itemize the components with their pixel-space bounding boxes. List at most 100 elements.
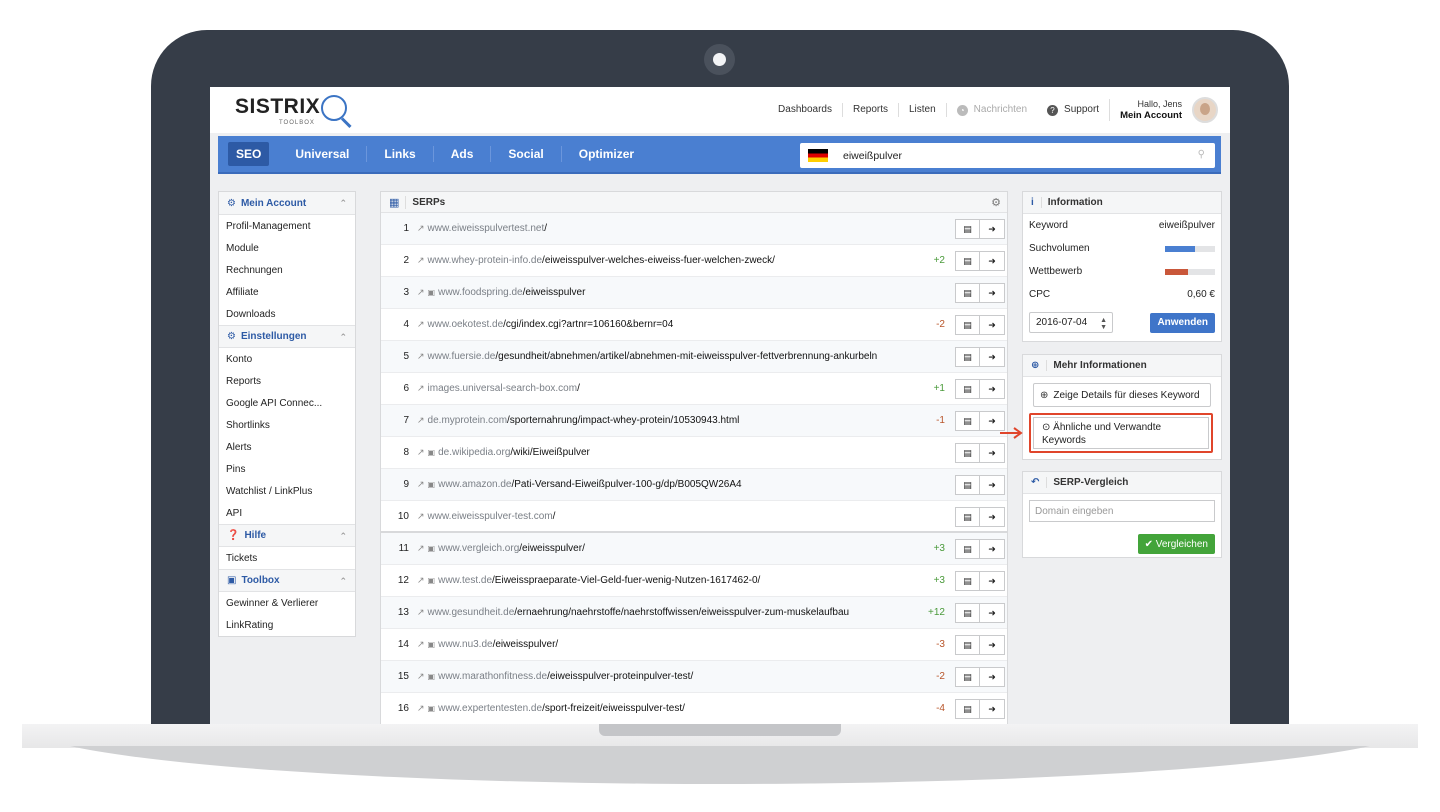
chart-icon[interactable]: ▤ — [955, 251, 980, 271]
arrow-right-icon[interactable]: ➜ — [980, 475, 1005, 495]
result-url[interactable]: www.test.de/Eiweisspraeparate-Viel-Geld-… — [435, 575, 760, 586]
sidebar-item-affiliate[interactable]: Affiliate — [219, 281, 355, 303]
external-link-icon[interactable]: ↗ — [417, 319, 425, 330]
result-url[interactable]: www.gesundheit.de/ernaehrung/naehrstoffe… — [425, 607, 850, 618]
sidebar-item-shortlinks[interactable]: Shortlinks — [219, 414, 355, 436]
arrow-right-icon[interactable]: ➜ — [980, 539, 1005, 559]
domain-input[interactable]: Domain eingeben — [1029, 500, 1215, 522]
nav-listen[interactable]: Listen — [899, 103, 947, 117]
avatar[interactable] — [1192, 97, 1218, 123]
sidebar-item-rechnungen[interactable]: Rechnungen — [219, 259, 355, 281]
germany-flag-icon[interactable] — [808, 149, 828, 162]
result-url[interactable]: de.myprotein.com/sporternahrung/impact-w… — [425, 415, 740, 426]
result-url[interactable]: www.marathonfitness.de/eiweisspulver-pro… — [435, 671, 693, 682]
external-link-icon[interactable]: ↗ — [417, 255, 425, 266]
chart-icon[interactable]: ▤ — [955, 315, 980, 335]
arrow-right-icon[interactable]: ➜ — [980, 315, 1005, 335]
external-link-icon[interactable]: ↗ — [417, 607, 425, 618]
arrow-right-icon[interactable]: ➜ — [980, 219, 1005, 239]
sidebar-item-gewinner[interactable]: Gewinner & Verlierer — [219, 592, 355, 614]
result-url[interactable]: www.nu3.de/eiweisspulver/ — [435, 639, 558, 650]
tab-social[interactable]: Social — [491, 146, 562, 162]
result-url[interactable]: www.eiweisspulvertest.net/ — [425, 223, 548, 234]
chart-icon[interactable]: ▤ — [955, 379, 980, 399]
external-link-icon[interactable]: ↗ — [417, 575, 425, 586]
date-select[interactable]: 2016-07-04 ▲ ▼ — [1029, 312, 1113, 333]
arrow-right-icon[interactable]: ➜ — [980, 667, 1005, 687]
arrow-right-icon[interactable]: ➜ — [980, 283, 1005, 303]
chart-icon[interactable]: ▤ — [955, 571, 980, 591]
sidebar-section-mein-account[interactable]: ⚙ Mein Account ⌃ — [219, 192, 355, 215]
nav-dashboards[interactable]: Dashboards — [768, 103, 843, 117]
compare-button[interactable]: ✔ Vergleichen — [1137, 534, 1215, 554]
chart-icon[interactable]: ▤ — [955, 475, 980, 495]
external-link-icon[interactable]: ↗ — [417, 479, 425, 490]
arrow-right-icon[interactable]: ➜ — [980, 603, 1005, 623]
sidebar-section-einstellungen[interactable]: ⚙ Einstellungen ⌃ — [219, 325, 355, 348]
external-link-icon[interactable]: ↗ — [417, 639, 425, 650]
sidebar-item-konto[interactable]: Konto — [219, 348, 355, 370]
chart-icon[interactable]: ▤ — [955, 443, 980, 463]
result-url[interactable]: www.fuersie.de/gesundheit/abnehmen/artik… — [425, 351, 878, 362]
arrow-right-icon[interactable]: ➜ — [980, 347, 1005, 367]
external-link-icon[interactable]: ↗ — [417, 703, 425, 714]
chart-icon[interactable]: ▤ — [955, 411, 980, 431]
tab-ads[interactable]: Ads — [434, 146, 492, 162]
chart-icon[interactable]: ▤ — [955, 507, 980, 527]
sidebar-item-tickets[interactable]: Tickets — [219, 547, 355, 569]
chart-icon[interactable]: ▤ — [955, 219, 980, 239]
nav-support[interactable]: ? Support — [1037, 103, 1109, 117]
nav-nachrichten[interactable]: ◔ Nachrichten — [947, 103, 1037, 117]
account-menu[interactable]: Hallo, Jens Mein Account — [1109, 99, 1182, 121]
sidebar-item-watchlist[interactable]: Watchlist / LinkPlus — [219, 480, 355, 502]
chart-icon[interactable]: ▤ — [955, 283, 980, 303]
external-link-icon[interactable]: ↗ — [417, 383, 425, 394]
result-url[interactable]: de.wikipedia.org/wiki/Eiweißpulver — [435, 447, 590, 458]
result-url[interactable]: www.eiweisspulver-test.com/ — [425, 511, 556, 522]
sidebar-item-linkrating[interactable]: LinkRating — [219, 614, 355, 636]
chart-icon[interactable]: ▤ — [955, 667, 980, 687]
keyword-details-button[interactable]: ⊕ Zeige Details für dieses Keyword — [1033, 383, 1211, 407]
arrow-right-icon[interactable]: ➜ — [980, 699, 1005, 719]
result-url[interactable]: www.oekotest.de/cgi/index.cgi?artnr=1061… — [425, 319, 674, 330]
result-url[interactable]: www.whey-protein-info.de/eiweisspulver-w… — [425, 255, 775, 266]
external-link-icon[interactable]: ↗ — [417, 415, 425, 426]
sidebar-item-downloads[interactable]: Downloads — [219, 303, 355, 325]
sidebar-item-profil-management[interactable]: Profil-Management — [219, 215, 355, 237]
search-input[interactable]: eiweißpulver ⚲ — [800, 143, 1215, 168]
sidebar-section-toolbox[interactable]: ▣ Toolbox ⌃ — [219, 569, 355, 592]
arrow-right-icon[interactable]: ➜ — [980, 635, 1005, 655]
chart-icon[interactable]: ▤ — [955, 347, 980, 367]
chart-icon[interactable]: ▤ — [955, 699, 980, 719]
arrow-right-icon[interactable]: ➜ — [980, 379, 1005, 399]
gear-icon[interactable]: ⚙ — [991, 196, 1001, 209]
sidebar-item-module[interactable]: Module — [219, 237, 355, 259]
chart-icon[interactable]: ▤ — [955, 539, 980, 559]
tab-seo[interactable]: SEO — [228, 142, 270, 166]
similar-keywords-button[interactable]: ⊙ Ähnliche und Verwandte Keywords — [1033, 417, 1209, 449]
search-icon[interactable]: ⚲ — [1198, 149, 1205, 160]
result-url[interactable]: www.amazon.de/Pati-Versand-Eiweißpulver-… — [435, 479, 742, 490]
result-url[interactable]: www.vergleich.org/eiweisspulver/ — [435, 543, 585, 554]
external-link-icon[interactable]: ↗ — [417, 447, 425, 458]
tab-optimizer[interactable]: Optimizer — [562, 146, 651, 162]
external-link-icon[interactable]: ↗ — [417, 223, 425, 234]
chart-icon[interactable]: ▤ — [955, 635, 980, 655]
sidebar-section-hilfe[interactable]: ❓ Hilfe ⌃ — [219, 524, 355, 547]
tab-universal[interactable]: Universal — [278, 146, 368, 162]
apply-button[interactable]: Anwenden — [1150, 312, 1215, 333]
tab-links[interactable]: Links — [367, 146, 434, 162]
sidebar-item-pins[interactable]: Pins — [219, 458, 355, 480]
external-link-icon[interactable]: ↗ — [417, 543, 425, 554]
chart-icon[interactable]: ▤ — [955, 603, 980, 623]
result-url[interactable]: www.expertentesten.de/sport-freizeit/eiw… — [435, 703, 685, 714]
sidebar-item-reports[interactable]: Reports — [219, 370, 355, 392]
nav-reports[interactable]: Reports — [843, 103, 899, 117]
arrow-right-icon[interactable]: ➜ — [980, 251, 1005, 271]
external-link-icon[interactable]: ↗ — [417, 351, 425, 362]
arrow-right-icon[interactable]: ➜ — [980, 507, 1005, 527]
sidebar-item-alerts[interactable]: Alerts — [219, 436, 355, 458]
external-link-icon[interactable]: ↗ — [417, 287, 425, 298]
arrow-right-icon[interactable]: ➜ — [980, 443, 1005, 463]
logo[interactable]: SISTRIX TOOLBOX — [235, 95, 352, 129]
